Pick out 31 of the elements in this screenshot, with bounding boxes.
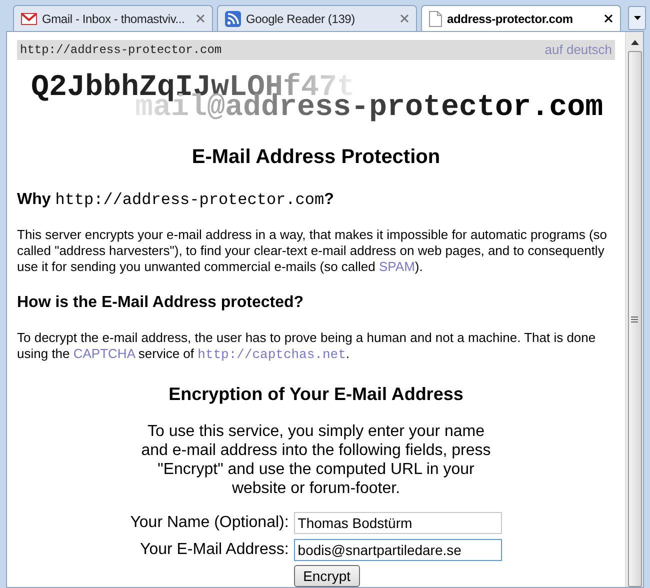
scroll-up-icon[interactable] xyxy=(630,40,638,45)
tab-list-button[interactable] xyxy=(628,6,646,30)
tab-title: Google Reader (139) xyxy=(246,10,356,28)
encrypt-button[interactable]: Encrypt xyxy=(294,565,360,587)
text-link[interactable]: SPAM xyxy=(379,259,415,274)
section-paragraph: To decrypt the e-mail address, the user has to prove being a human and not a machine. That is done using the CAPTCHA service of http://captchas.net. xyxy=(17,330,597,363)
envelope-icon xyxy=(21,12,37,24)
tab-title: address-protector.com xyxy=(447,10,574,28)
close-icon[interactable] xyxy=(604,14,613,23)
feed-icon xyxy=(225,10,241,26)
field-label: Your E-Mail Address: xyxy=(138,540,289,560)
section-heading: How is the E-Mail Address protected? xyxy=(17,293,305,313)
section-heading: Why http://address-protector.com? xyxy=(17,190,335,211)
grip-icon xyxy=(631,316,638,322)
document-icon xyxy=(429,10,442,26)
browser-tab[interactable]: Gmail - Inbox - thomastviv... xyxy=(13,5,213,31)
field-label: Your Name (Optional): xyxy=(130,513,289,533)
section-heading: Encryption of Your E-Mail Address xyxy=(168,383,464,406)
browser-tab[interactable]: address-protector.com xyxy=(421,5,621,31)
caret-icon xyxy=(634,16,640,20)
intro-paragraph: To use this service, you simply enter your name and e-mail address into the following fields, press "Encrypt" and use the computed URL in your website or forum-footer. xyxy=(140,422,492,498)
text-field[interactable]: bodis@snartpartiledare.se xyxy=(294,539,502,561)
text-link[interactable]: CAPTCHA xyxy=(73,346,135,361)
scrollbar[interactable] xyxy=(625,32,643,587)
text-field[interactable]: Thomas Bodstürm xyxy=(294,512,502,534)
browser-tab[interactable]: Google Reader (139) xyxy=(217,5,417,31)
site-url: http://address-protector.com xyxy=(20,42,222,59)
tab-title: Gmail - Inbox - thomastviv... xyxy=(42,10,186,28)
text-link[interactable]: http://captchas.net xyxy=(198,347,346,362)
section-paragraph: This server encrypts your e-mail address in a way, that makes it impossible for automatic programs (so called "address harvesters"), to find your clear-text e-mail address on web pages, and to consequently use it for sending you unwanted commercial e-mails (so called SPAM). xyxy=(17,227,608,275)
page-title: E-Mail Address Protection xyxy=(190,145,442,170)
